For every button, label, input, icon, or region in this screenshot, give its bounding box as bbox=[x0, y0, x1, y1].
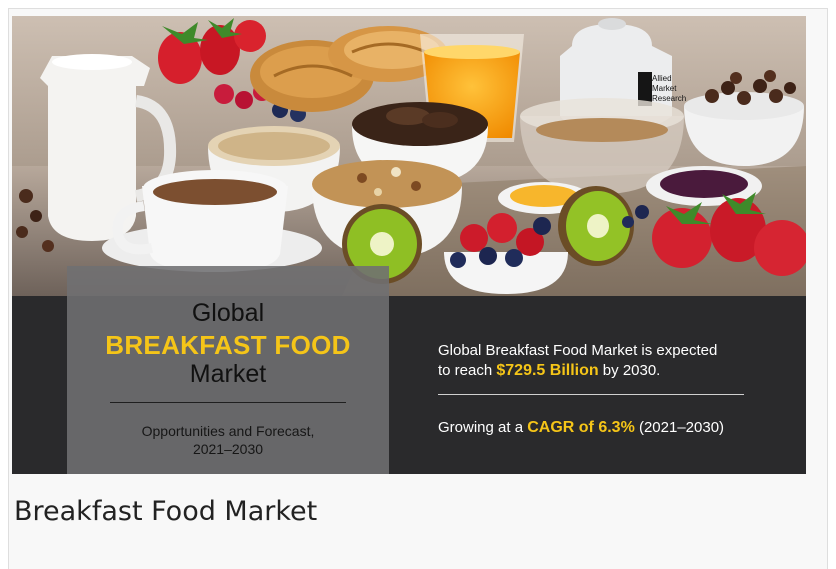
stat-cagr: Growing at a CAGR of 6.3% (2021–2030) bbox=[438, 419, 724, 437]
infographic-banner[interactable]: Allied Market Research Global BREAKFAST … bbox=[12, 16, 806, 474]
subtitle-years: 2021–2030 bbox=[192, 441, 264, 457]
headline-breakfast-food: BREAKFAST FOOD bbox=[105, 330, 351, 360]
stat-cagr-prefix: Growing at a bbox=[438, 419, 528, 436]
panel-divider bbox=[110, 402, 346, 403]
headline-global: Global bbox=[191, 299, 265, 327]
logo-text-3: Research bbox=[652, 94, 686, 103]
stats-divider bbox=[438, 394, 744, 395]
stat-value-suffix: by 2030. bbox=[598, 362, 661, 379]
subtitle-opportunities: Opportunities and Forecast, bbox=[141, 423, 315, 439]
stat-value-prefix: to reach bbox=[438, 362, 497, 379]
stat-expected-text: Global Breakfast Food Market is expected bbox=[438, 342, 718, 359]
logo-text-2: Market bbox=[652, 84, 677, 93]
breakfast-illustration: Allied Market Research bbox=[12, 16, 806, 296]
image-caption: Breakfast Food Market bbox=[14, 496, 318, 527]
stat-cagr-highlight: CAGR of 6.3% bbox=[527, 419, 635, 436]
breakfast-photo: Allied Market Research bbox=[12, 16, 806, 296]
stat-market-expected: Global Breakfast Food Market is expected bbox=[438, 342, 717, 359]
stat-value-highlight: $729.5 Billion bbox=[496, 362, 599, 379]
headline-market: Market bbox=[189, 360, 267, 388]
logo-text-1: Allied bbox=[652, 74, 672, 83]
stat-market-value: to reach $729.5 Billion by 2030. bbox=[438, 362, 660, 380]
stat-cagr-suffix: (2021–2030) bbox=[634, 419, 725, 436]
